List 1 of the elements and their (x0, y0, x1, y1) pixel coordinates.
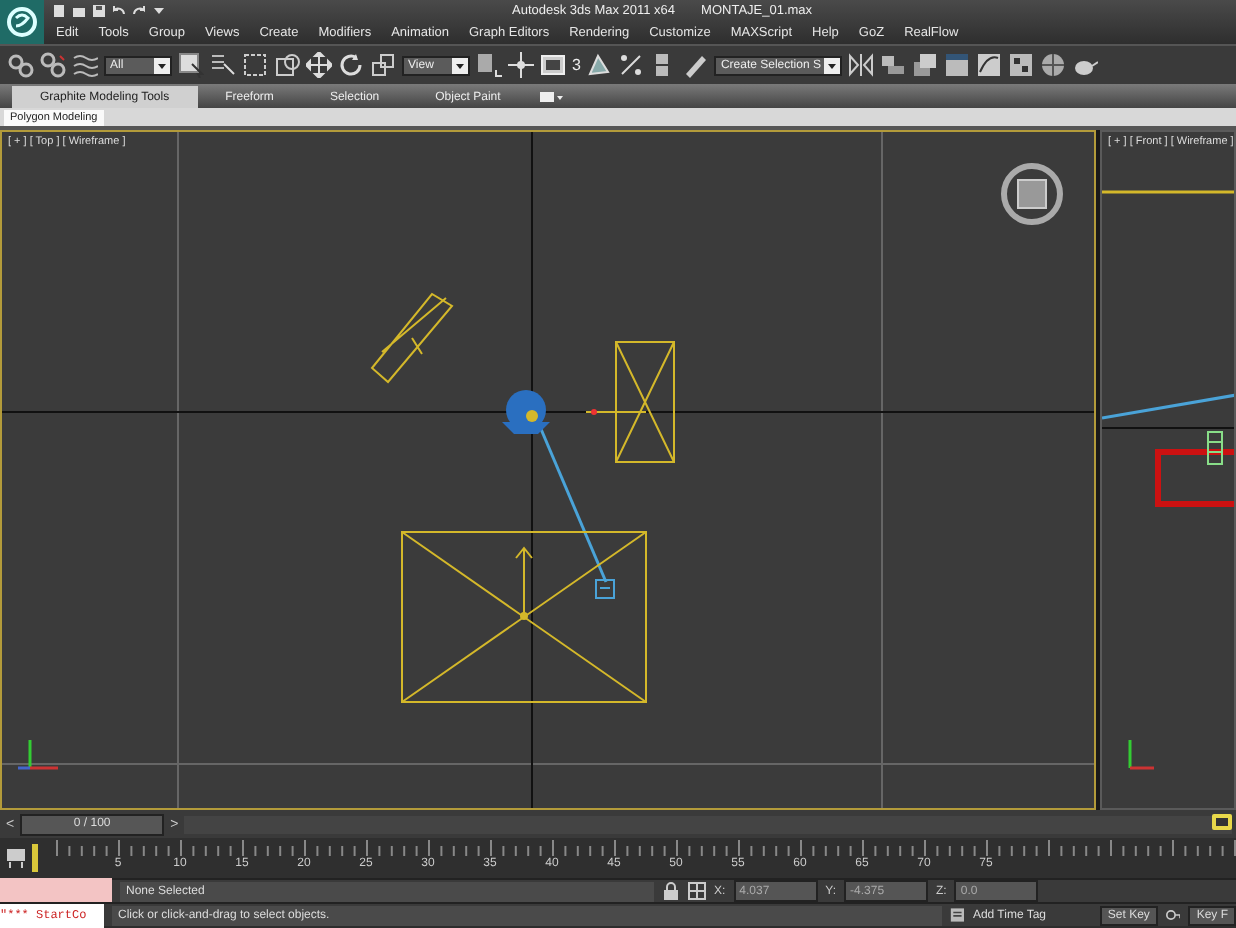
snap-toggle[interactable]: 3 (572, 56, 581, 74)
